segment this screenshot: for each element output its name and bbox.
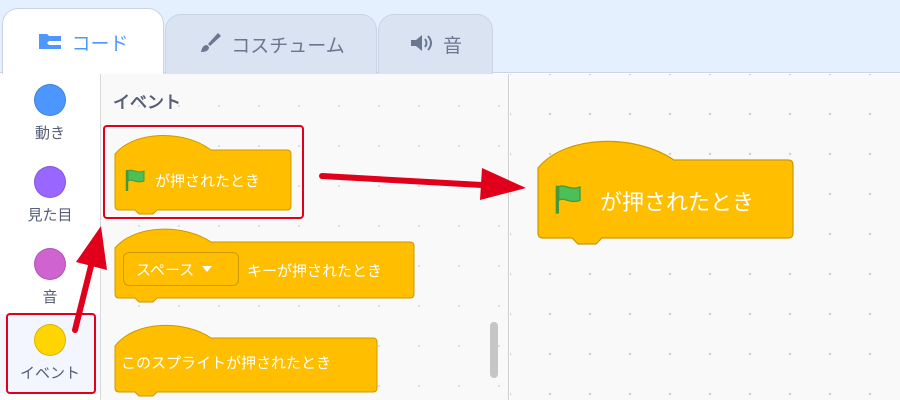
tab-code[interactable]: コード	[2, 8, 164, 74]
workspace-block-label: が押されたとき	[600, 191, 755, 216]
chevron-down-icon	[202, 266, 213, 272]
palette-section-title: イベント	[113, 93, 181, 113]
palette-scrollbar[interactable]	[490, 322, 498, 378]
tab-sound[interactable]: 音	[378, 14, 493, 74]
sound-category-dot	[34, 248, 66, 280]
tab-sound-label: 音	[442, 35, 462, 57]
key-select-value: スペース	[136, 260, 195, 279]
category-looks-label: 見た目	[27, 206, 73, 224]
tab-costume-label: コスチューム	[231, 35, 345, 57]
category-motion-label: 動き	[34, 124, 65, 142]
looks-category-dot	[34, 166, 66, 198]
flag-block-highlight	[103, 125, 304, 219]
key-select-dropdown[interactable]: スペース	[123, 252, 239, 286]
events-category-highlight	[6, 313, 96, 394]
code-icon	[37, 29, 63, 53]
tab-code-label: コード	[71, 33, 129, 55]
tab-costume[interactable]: コスチューム	[165, 14, 377, 74]
editor-tab-bar: コード コスチューム 音	[0, 0, 900, 74]
palette-key-block-label: キーが押されたとき	[247, 262, 383, 280]
category-sound-label: 音	[42, 288, 58, 306]
motion-category-dot	[34, 84, 66, 116]
brush-icon	[197, 31, 223, 55]
speaker-icon	[409, 31, 435, 55]
palette-sprite-block-label: このスプライトが押されたとき	[121, 354, 332, 372]
category-looks[interactable]: 見た目	[0, 156, 100, 236]
workspace-green-flag-icon	[552, 183, 584, 219]
category-motion[interactable]: 動き	[0, 74, 100, 154]
category-sound[interactable]: 音	[0, 238, 100, 318]
